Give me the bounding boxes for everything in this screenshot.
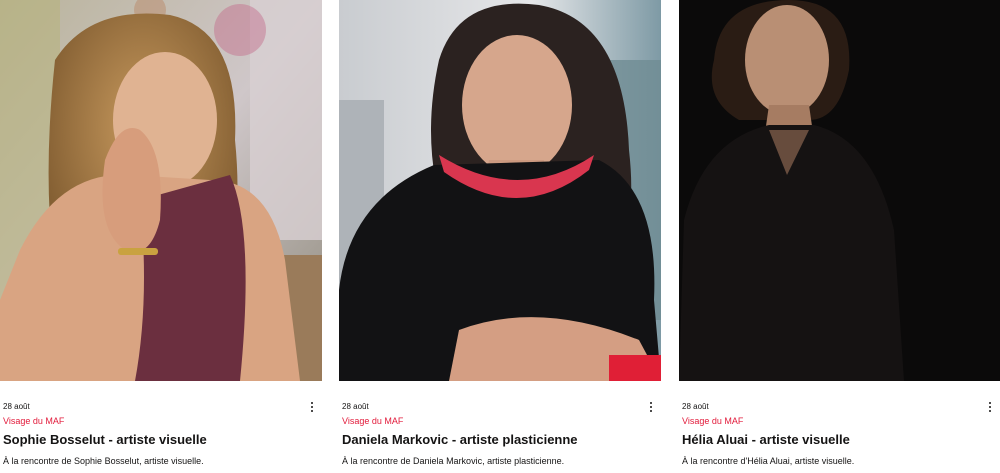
- more-options-icon[interactable]: [984, 400, 996, 414]
- post-category[interactable]: Visage du MAF: [342, 416, 403, 426]
- post-card[interactable]: 28 août Visage du MAF Daniela Markovic -…: [339, 0, 661, 473]
- post-cover-image[interactable]: [679, 0, 1000, 381]
- more-options-icon[interactable]: [645, 400, 657, 414]
- post-title[interactable]: Daniela Markovic - artiste plasticienne: [342, 432, 578, 447]
- post-card[interactable]: 28 août Visage du MAF Sophie Bosselut - …: [0, 0, 322, 473]
- more-options-icon[interactable]: [306, 400, 318, 414]
- post-date: 28 août: [682, 402, 709, 411]
- post-category[interactable]: Visage du MAF: [682, 416, 743, 426]
- post-excerpt: À la rencontre de Sophie Bosselut, artis…: [3, 456, 204, 466]
- post-excerpt: À la rencontre de Daniela Markovic, arti…: [342, 456, 565, 466]
- post-card[interactable]: 28 août Visage du MAF Hélia Aluai - arti…: [679, 0, 1000, 473]
- post-cover-image[interactable]: [0, 0, 322, 381]
- post-category[interactable]: Visage du MAF: [3, 416, 64, 426]
- post-title[interactable]: Sophie Bosselut - artiste visuelle: [3, 432, 207, 447]
- post-date: 28 août: [342, 402, 369, 411]
- blog-post-grid: 28 août Visage du MAF Sophie Bosselut - …: [0, 0, 1000, 473]
- post-date: 28 août: [3, 402, 30, 411]
- post-cover-image[interactable]: [339, 0, 661, 381]
- post-title[interactable]: Hélia Aluai - artiste visuelle: [682, 432, 850, 447]
- post-excerpt: À la rencontre d'Hélia Aluai, artiste vi…: [682, 456, 855, 466]
